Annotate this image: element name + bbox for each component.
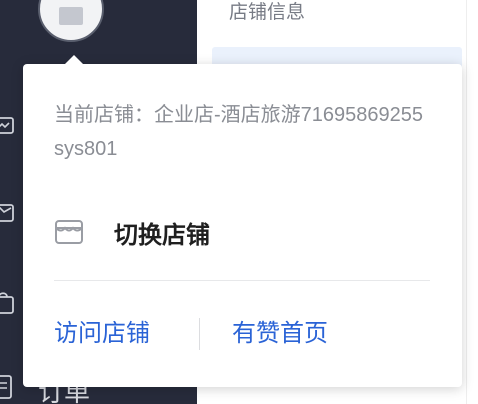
shop-icon: [59, 7, 83, 25]
store-nav-icon[interactable]: [0, 202, 14, 224]
shop-popover: 当前店铺：企业店-酒店旅游71695869255sys801 切换店铺 访问店铺…: [23, 55, 462, 387]
store-icon: [54, 217, 84, 247]
shop-avatar[interactable]: [38, 0, 104, 42]
current-shop-label: 当前店铺：: [54, 104, 154, 126]
bag-icon[interactable]: [0, 290, 14, 314]
switch-shop-button[interactable]: 切换店铺: [54, 212, 210, 252]
chat-icon[interactable]: [0, 116, 14, 138]
link-separator: [199, 318, 200, 350]
visit-shop-link[interactable]: 访问店铺: [54, 316, 150, 352]
section-title: 店铺信息: [229, 2, 306, 23]
youzan-home-link[interactable]: 有赞首页: [232, 316, 328, 352]
popover-divider: [54, 280, 430, 281]
order-icon[interactable]: [0, 374, 14, 399]
content-divider: [466, 0, 467, 404]
popover-arrow: [64, 55, 84, 65]
switch-shop-label: 切换店铺: [114, 221, 210, 249]
app-root: 订单 店铺信息 当前店铺：企业店-酒店旅游71695869255sys801 切…: [0, 0, 478, 404]
current-shop-info: 当前店铺：企业店-酒店旅游71695869255sys801: [54, 98, 426, 166]
